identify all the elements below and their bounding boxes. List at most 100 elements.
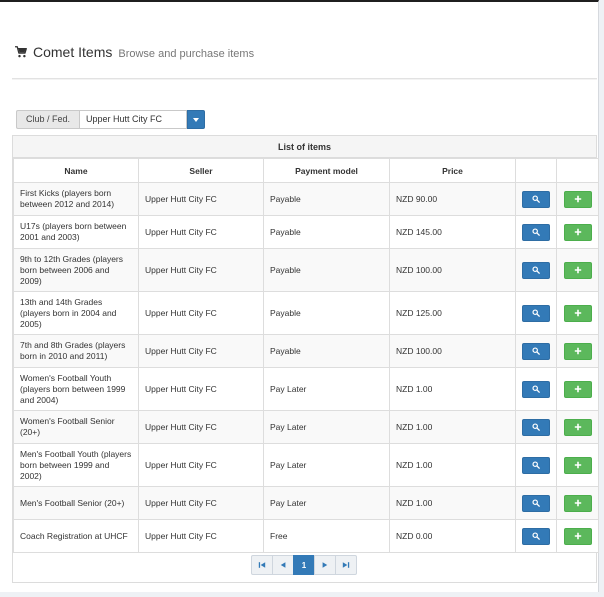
item-payment-model-cell: Pay Later [263,443,390,487]
app-frame: Comet Items Browse and purchase items Cl… [0,0,599,592]
header-divider [12,78,597,79]
items-panel-heading: List of items [13,136,596,158]
table-row: 13th and 14th Grades (players born in 20… [13,291,599,335]
view-item-button[interactable] [522,494,550,512]
view-cell [515,182,557,216]
item-seller-cell: Upper Hutt City FC [138,443,264,487]
next-page-icon [322,562,328,568]
add-item-button[interactable] [563,380,592,398]
table-row: Women's Football Youth (players born bet… [13,367,599,411]
items-table-body: First Kicks (players born between 2012 a… [13,182,599,553]
item-name-cell: Women's Football Senior (20+) [13,410,139,444]
item-seller-cell: Upper Hutt City FC [138,519,264,553]
items-table: Name Seller Payment model Price First Ki… [13,158,599,553]
add-cell [556,215,599,249]
plus-icon [574,423,582,431]
item-payment-model-cell: Payable [263,248,390,292]
view-cell [515,215,557,249]
column-header-view [515,158,557,183]
first-page-icon [258,562,266,568]
plus-icon [574,228,582,236]
item-price-cell: NZD 1.00 [389,443,516,487]
add-item-button[interactable] [563,494,592,512]
item-name-cell: First Kicks (players born between 2012 a… [13,182,139,216]
item-seller-cell: Upper Hutt City FC [138,291,264,335]
club-select[interactable]: Upper Hutt City FC [79,110,188,129]
search-icon [532,228,540,236]
next-page-button[interactable] [314,555,336,575]
last-page-button[interactable] [335,555,357,575]
add-cell [556,182,599,216]
add-cell [556,519,599,553]
item-name-cell: 13th and 14th Grades (players born in 20… [13,291,139,335]
items-panel: List of items Name Seller Payment model … [12,135,599,583]
add-item-button[interactable] [563,456,592,474]
table-row: Women's Football Senior (20+) Upper Hutt … [13,410,599,444]
item-seller-cell: Upper Hutt City FC [138,248,264,292]
view-item-button[interactable] [522,223,550,241]
item-price-cell: NZD 125.00 [389,291,516,335]
view-item-button[interactable] [522,527,550,545]
pagination: 1 [251,555,357,575]
add-item-button[interactable] [563,261,592,279]
add-item-button[interactable] [563,304,592,322]
search-icon [532,385,540,393]
view-cell [515,486,557,520]
item-payment-model-cell: Free [263,519,390,553]
item-name-cell: 9th to 12th Grades (players born between… [13,248,139,292]
item-name-cell: 7th and 8th Grades (players born in 2010… [13,334,139,368]
plus-icon [574,195,582,203]
item-payment-model-cell: Pay Later [263,410,390,444]
plus-icon [574,309,582,317]
add-item-button[interactable] [563,190,592,208]
column-header-name: Name [13,158,139,183]
table-row: 9th to 12th Grades (players born between… [13,248,599,292]
view-item-button[interactable] [522,380,550,398]
item-payment-model-cell: Pay Later [263,486,390,520]
plus-icon [574,385,582,393]
item-payment-model-cell: Payable [263,334,390,368]
plus-icon [574,532,582,540]
column-header-seller: Seller [138,158,264,183]
item-seller-cell: Upper Hutt City FC [138,182,264,216]
item-price-cell: NZD 100.00 [389,248,516,292]
club-select-toggle[interactable] [187,110,206,129]
view-item-button[interactable] [522,342,550,360]
search-icon [532,461,540,469]
item-seller-cell: Upper Hutt City FC [138,334,264,368]
item-payment-model-cell: Pay Later [263,367,390,411]
view-item-button[interactable] [522,418,550,436]
page-title: Comet Items [33,44,113,60]
add-cell [556,334,599,368]
view-cell [515,291,557,335]
add-item-button[interactable] [563,223,592,241]
item-payment-model-cell: Payable [263,182,390,216]
plus-icon [574,266,582,274]
table-row: 7th and 8th Grades (players born in 2010… [13,334,599,368]
item-payment-model-cell: Payable [263,215,390,249]
view-item-button[interactable] [522,456,550,474]
view-item-button[interactable] [522,304,550,322]
page-number-button[interactable]: 1 [293,555,315,575]
shopping-cart-icon [15,46,27,58]
add-item-button[interactable] [563,527,592,545]
item-name-cell: Men's Football Senior (20+) [13,486,139,520]
add-item-button[interactable] [563,418,592,436]
search-icon [532,266,540,274]
view-item-button[interactable] [522,190,550,208]
item-seller-cell: Upper Hutt City FC [138,367,264,411]
item-price-cell: NZD 90.00 [389,182,516,216]
page-header: Comet Items Browse and purchase items [15,44,254,60]
view-cell [515,248,557,292]
add-item-button[interactable] [563,342,592,360]
previous-page-button[interactable] [272,555,294,575]
table-row: Men's Football Youth (players born betwe… [13,443,599,487]
search-icon [532,423,540,431]
item-price-cell: NZD 1.00 [389,367,516,411]
item-price-cell: NZD 145.00 [389,215,516,249]
page-subtitle: Browse and purchase items [118,48,255,60]
view-cell [515,334,557,368]
view-item-button[interactable] [522,261,550,279]
column-header-price: Price [389,158,516,183]
first-page-button[interactable] [251,555,273,575]
